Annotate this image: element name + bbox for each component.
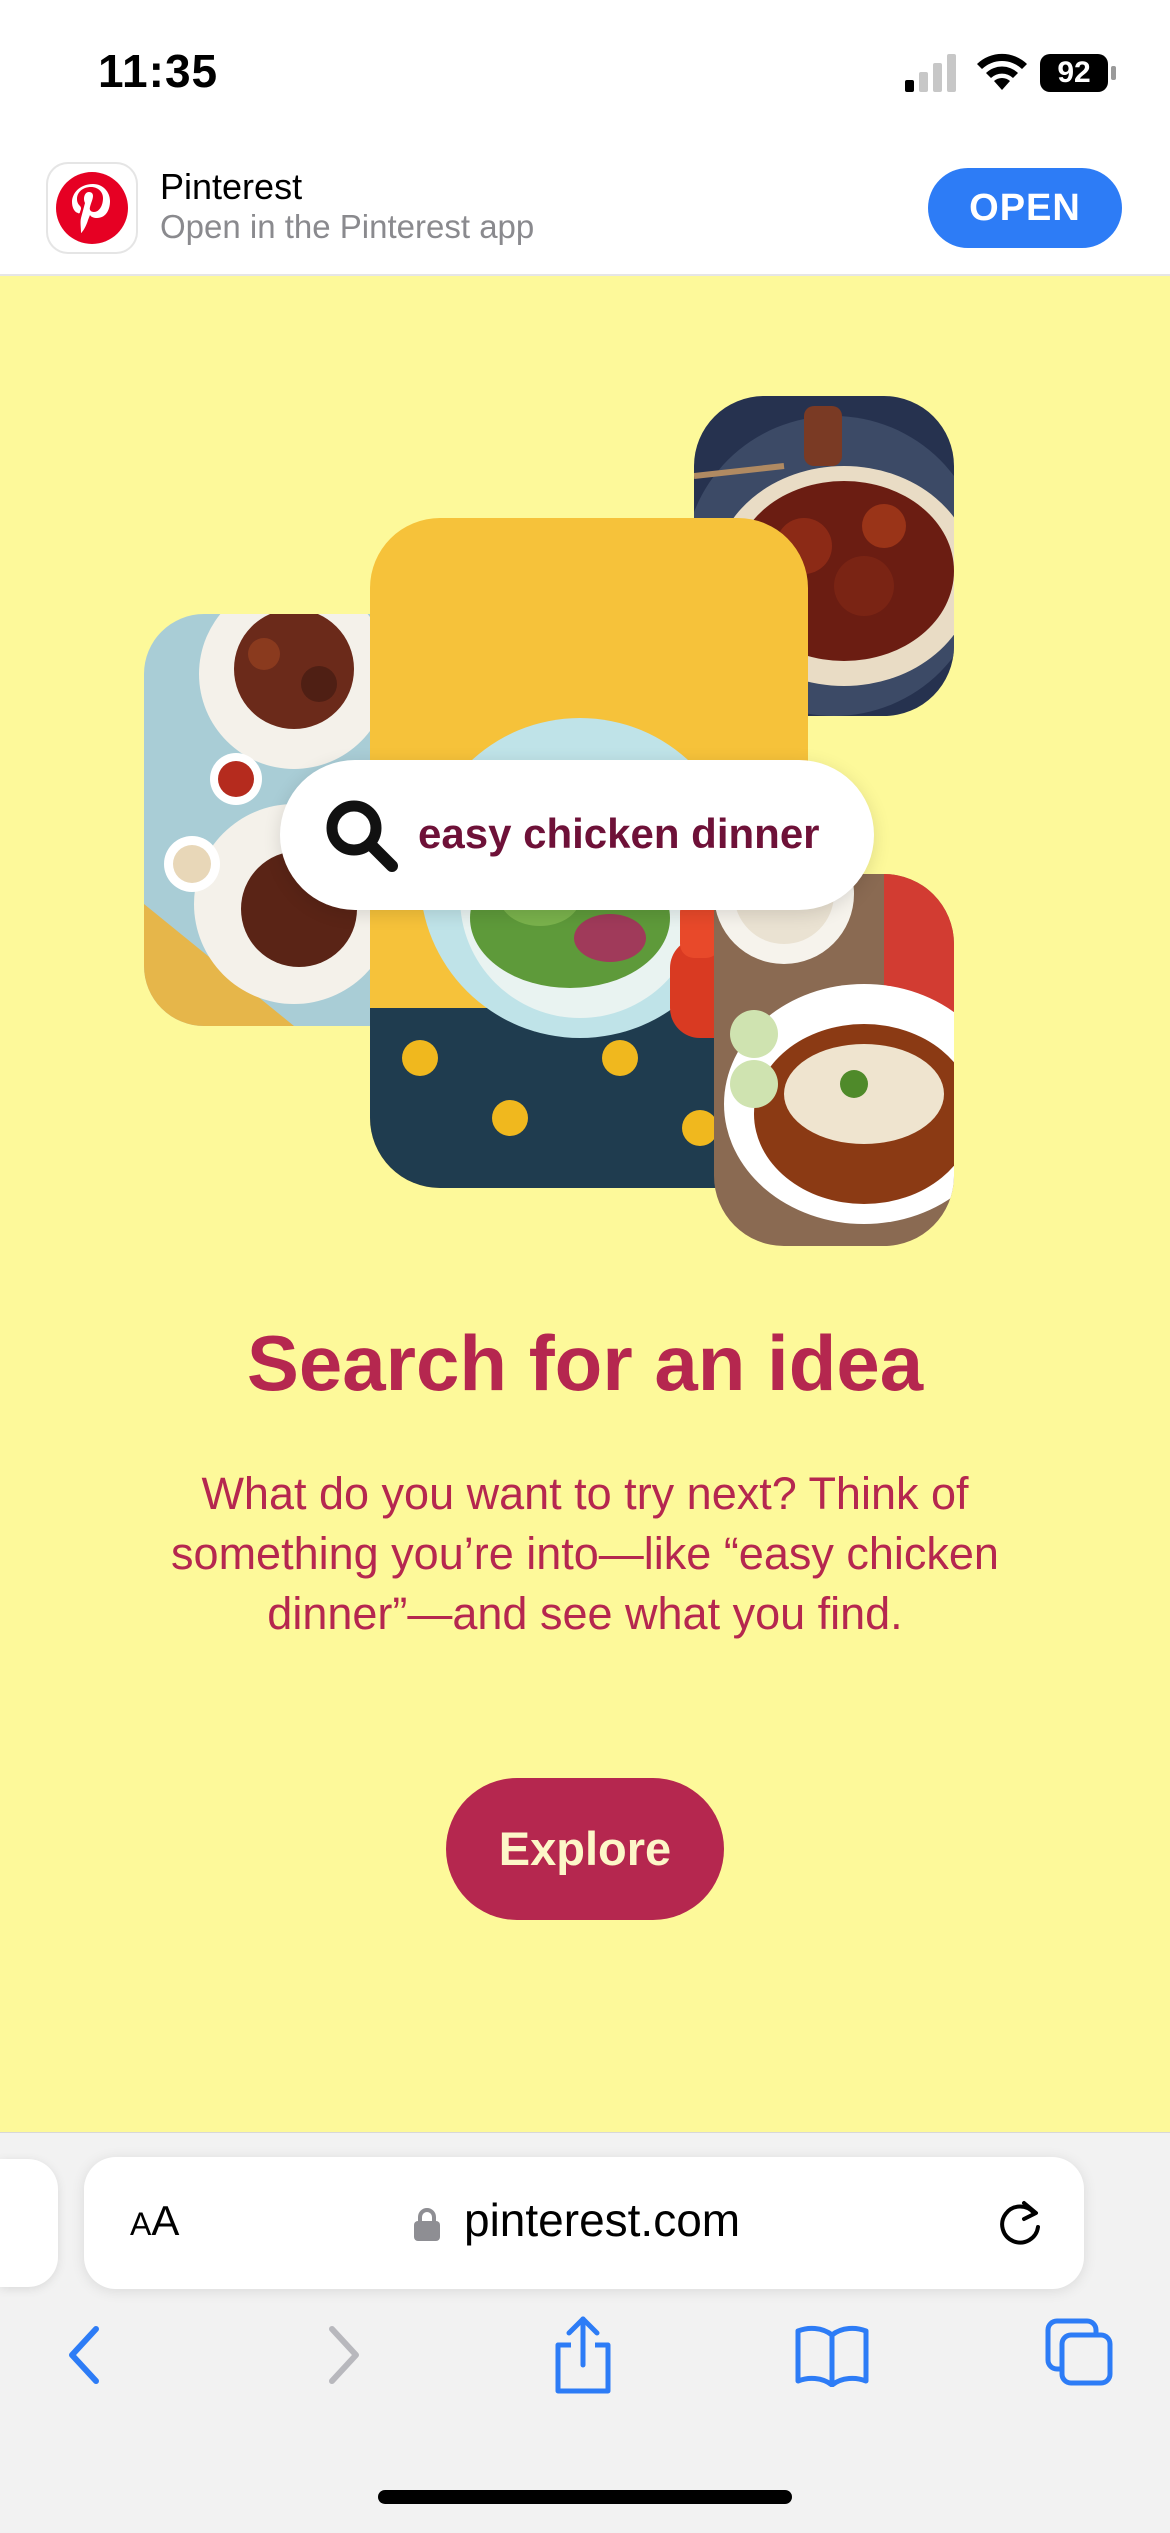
search-icon <box>326 800 398 872</box>
battery-percent: 92 <box>1057 56 1091 89</box>
page-headline: Search for an idea <box>246 1319 924 1407</box>
bookmarks-icon[interactable] <box>794 2323 870 2387</box>
lock-icon <box>414 2208 440 2241</box>
status-time: 11:35 <box>98 45 219 97</box>
forward-icon[interactable] <box>316 2323 366 2387</box>
pinterest-logo-icon <box>48 164 136 252</box>
home-indicator <box>378 2490 792 2504</box>
cellular-signal-icon <box>905 54 956 92</box>
url-text[interactable]: pinterest.com <box>464 2193 740 2247</box>
food-photo-bottom-right <box>714 874 954 1246</box>
explore-button[interactable]: Explore <box>446 1778 724 1920</box>
share-icon[interactable] <box>550 2315 616 2395</box>
status-bar: 11:35 92 <box>0 0 1170 150</box>
text-size-button[interactable]: AA <box>130 2197 179 2245</box>
address-bar[interactable]: AA pinterest.com <box>84 2157 1084 2289</box>
page-description: What do you want to try next? Think of s… <box>171 1468 999 1639</box>
banner-subtitle: Open in the Pinterest app <box>160 208 535 245</box>
battery-indicator: 92 <box>1040 54 1118 92</box>
browser-bottom-bar: AA pinterest.com <box>0 2132 1170 2533</box>
hero-search-pill: easy chicken dinner <box>280 760 874 910</box>
open-app-button[interactable]: OPEN <box>928 168 1122 248</box>
reload-icon[interactable] <box>994 2197 1046 2249</box>
app-banner: Pinterest Open in the Pinterest app OPEN <box>0 150 1170 276</box>
tabs-icon[interactable] <box>1044 2317 1114 2387</box>
hero-collage: easy chicken dinner <box>0 274 1170 1274</box>
back-icon[interactable] <box>62 2323 112 2387</box>
banner-app-name: Pinterest <box>160 166 303 207</box>
wifi-icon <box>977 53 1027 90</box>
hero-search-query: easy chicken dinner <box>418 810 820 857</box>
previous-tab-preview[interactable] <box>0 2159 58 2287</box>
